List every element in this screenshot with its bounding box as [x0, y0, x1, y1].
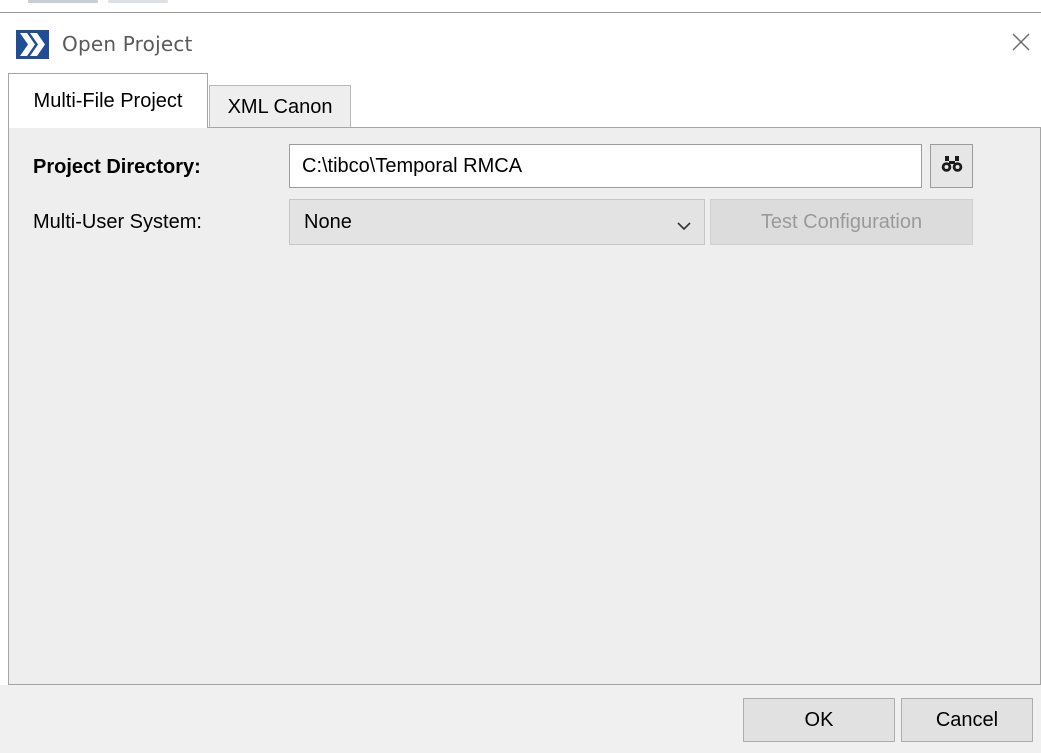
multi-user-system-dropdown[interactable]: None [289, 199, 705, 245]
tab-content-panel: Project Directory: C:\tibco\Temporal RMC… [8, 127, 1041, 685]
tab-xml-canon[interactable]: XML Canon [209, 85, 351, 128]
chevron-down-icon [676, 215, 692, 238]
project-directory-input[interactable]: C:\tibco\Temporal RMCA [289, 144, 922, 188]
tab-label: XML Canon [227, 95, 333, 118]
background-window-strip [0, 0, 1041, 12]
project-directory-label: Project Directory: [33, 156, 201, 178]
dropdown-selected-value: None [304, 210, 352, 233]
button-label: Test Configuration [760, 210, 923, 233]
cancel-button[interactable]: Cancel [901, 698, 1033, 742]
close-icon [1012, 33, 1030, 56]
background-artifact [108, 0, 168, 3]
window-title: Open Project [62, 32, 193, 56]
tab-multi-file-project[interactable]: Multi-File Project [8, 73, 208, 128]
background-artifact [28, 0, 98, 3]
close-button[interactable] [1003, 26, 1039, 62]
tab-label: Multi-File Project [33, 89, 183, 112]
binoculars-icon [941, 155, 963, 178]
project-directory-value: C:\tibco\Temporal RMCA [302, 154, 523, 177]
test-configuration-button[interactable]: Test Configuration [710, 199, 973, 245]
title-bar: Open Project [0, 13, 1041, 73]
dialog-footer: OK Cancel [0, 685, 1041, 753]
button-label: OK [804, 708, 834, 731]
browse-button[interactable] [930, 144, 973, 188]
tibco-logo-icon [16, 30, 49, 59]
tab-strip: Multi-File Project XML Canon [0, 73, 1041, 128]
button-label: Cancel [935, 708, 999, 731]
ok-button[interactable]: OK [743, 698, 895, 742]
multi-user-system-label: Multi-User System: [33, 211, 202, 233]
